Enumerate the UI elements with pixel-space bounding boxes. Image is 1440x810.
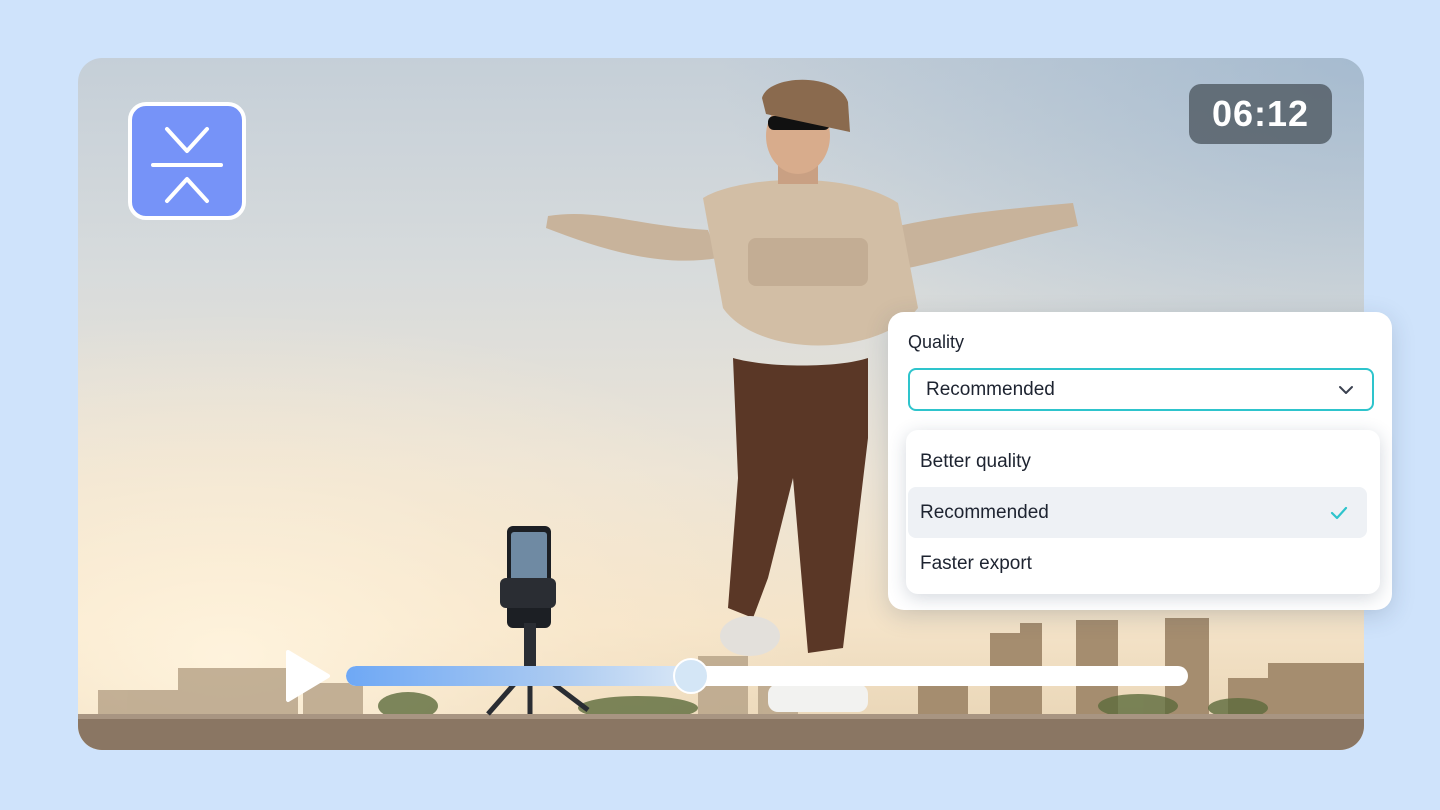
checkmark-icon: [1330, 506, 1348, 519]
quality-dropdown: Better quality Recommended Faster export: [906, 430, 1380, 594]
option-label: Faster export: [920, 552, 1032, 574]
option-label: Better quality: [920, 450, 1031, 472]
collapse-button[interactable]: [128, 102, 246, 220]
quality-panel: Quality Recommended Better quality Recom…: [888, 312, 1392, 610]
quality-select[interactable]: Recommended: [908, 368, 1374, 411]
option-recommended[interactable]: Recommended: [908, 487, 1367, 538]
option-label: Recommended: [920, 501, 1049, 523]
progress-track[interactable]: [346, 666, 1188, 686]
collapse-icon: [151, 127, 223, 203]
progress-thumb[interactable]: [673, 658, 710, 694]
play-icon: [286, 650, 330, 702]
chevron-down-icon: [1339, 385, 1353, 394]
option-faster-export[interactable]: Faster export: [908, 538, 1367, 589]
progress-fill: [346, 666, 692, 686]
play-button[interactable]: [284, 648, 332, 704]
quality-select-value: Recommended: [926, 378, 1055, 400]
option-better-quality[interactable]: Better quality: [908, 436, 1367, 487]
video-timer: 06:12: [1189, 84, 1332, 144]
quality-label: Quality: [908, 332, 965, 352]
